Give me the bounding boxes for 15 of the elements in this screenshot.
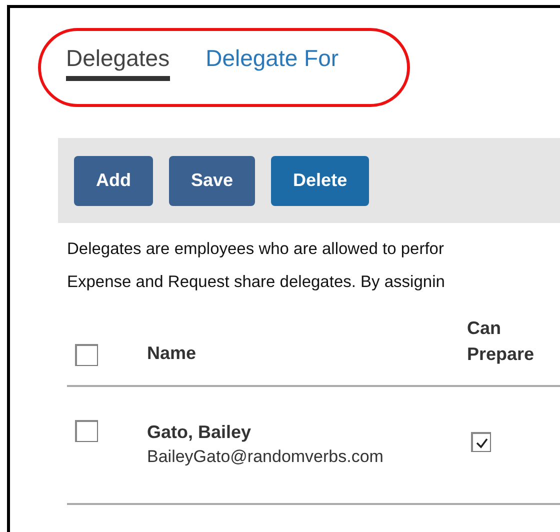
tab[interactable]: Delegate For (206, 44, 339, 81)
delegate-email: BaileyGato@randomverbs.com (147, 446, 384, 468)
tab[interactable]: Delegates (66, 44, 170, 81)
toolbar-button[interactable]: Delete (271, 156, 370, 206)
checkbox[interactable] (75, 420, 98, 442)
toolbar-button[interactable]: Add (74, 156, 153, 206)
column-header: Can Prepare (467, 317, 536, 366)
check-icon (474, 436, 488, 448)
description-text: Delegates are employees who are allowed to perfor (67, 239, 445, 260)
toolbar-button[interactable]: Save (169, 156, 256, 206)
column-header: Name (147, 342, 198, 365)
description-text: Expense and Request share delegates. By assignin (67, 272, 446, 293)
checkbox[interactable] (75, 344, 98, 366)
delegate-name: Gato, Bailey (147, 421, 252, 444)
checkbox[interactable] (471, 432, 491, 452)
